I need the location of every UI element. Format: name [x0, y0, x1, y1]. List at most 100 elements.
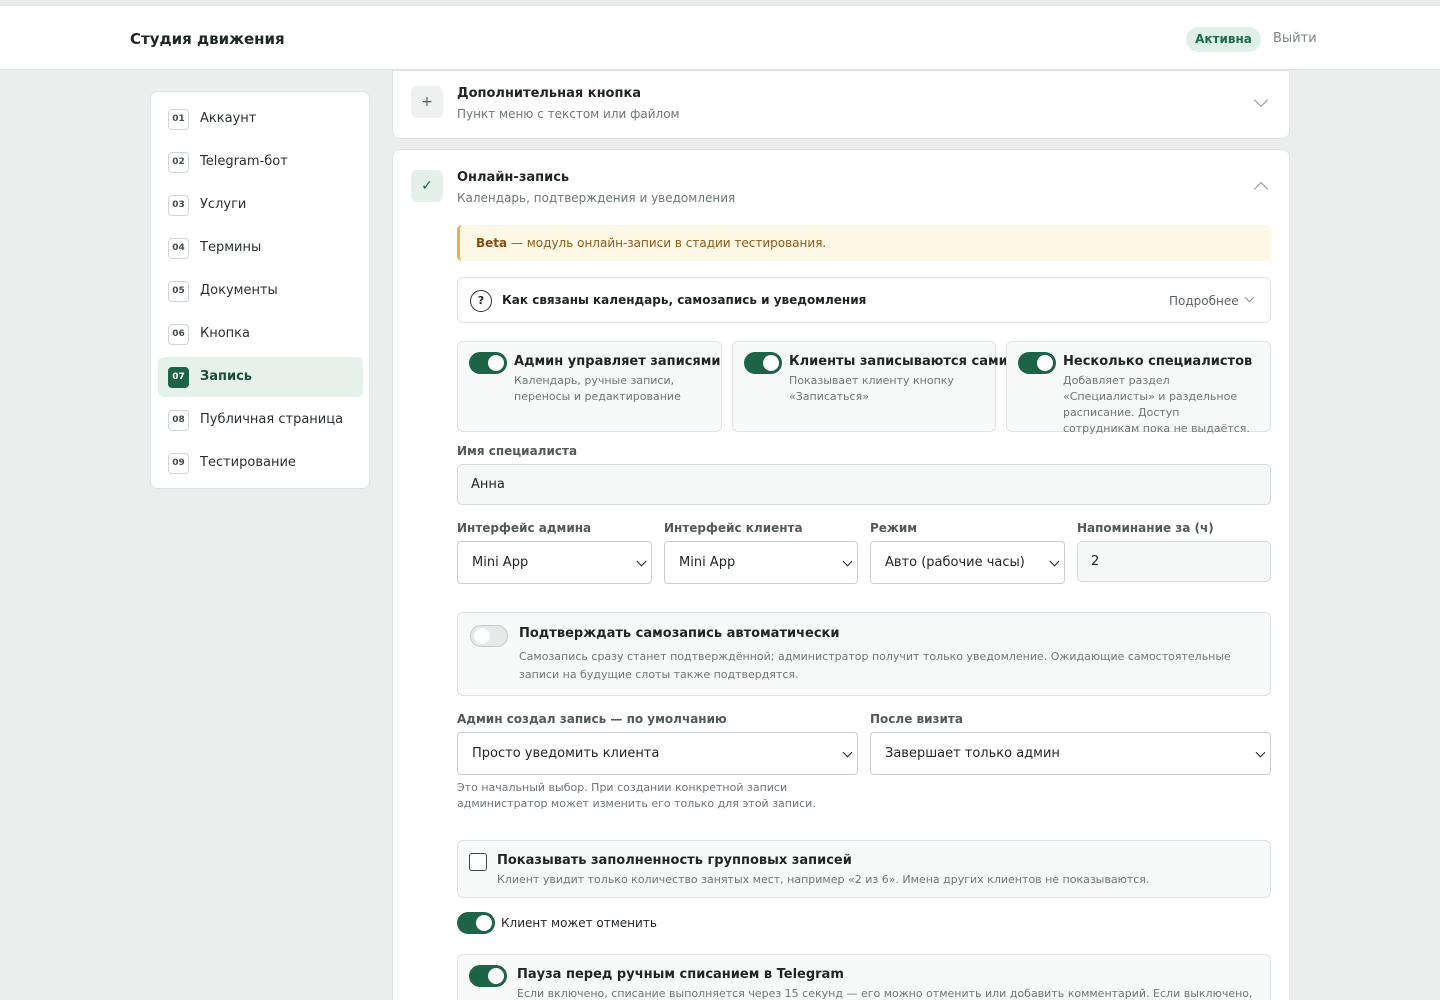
step-number: 05	[168, 281, 189, 302]
option-multiple-specialists: Несколько специалистов Добавляет раздел …	[1006, 341, 1271, 435]
sidebar-item-booking[interactable]: 07 Запись	[158, 357, 363, 397]
client-self-booking-toggle[interactable]	[744, 352, 782, 374]
option-client-self-booking: Клиенты записываются сами Показывает кли…	[732, 341, 1008, 432]
multiple-specialists-toggle[interactable]	[1018, 352, 1056, 374]
option-title: Админ управляет записями	[514, 354, 721, 369]
sidebar-item-testing[interactable]: 09 Тестирование	[158, 443, 363, 483]
group-fill-title: Показывать заполненность групповых запис…	[497, 853, 852, 868]
info-title: Как связаны календарь, самозапись и увед…	[502, 293, 867, 307]
step-number: 08	[168, 410, 189, 431]
step-number: 01	[168, 109, 189, 130]
after-visit-label: После визита	[870, 712, 963, 726]
admin-ui-label: Интерфейс админа	[457, 521, 592, 535]
select-value: Авто (рабочие часы)	[885, 555, 1025, 570]
reminder-hours-input[interactable]: 2	[1077, 541, 1271, 582]
option-title: Несколько специалистов	[1063, 354, 1253, 369]
chevron-up-icon[interactable]	[1253, 181, 1269, 197]
pause-desc: Если включено, списание выполняется чере…	[517, 987, 1253, 1000]
header: Студия движения Активна Выйти	[0, 6, 1440, 70]
chevron-down-icon	[842, 747, 853, 758]
more-link[interactable]: Подробнее	[1169, 294, 1239, 308]
pause-title: Пауза перед ручным списанием в Telegram	[517, 967, 844, 982]
step-number: 02	[168, 152, 189, 173]
chevron-down-icon	[1049, 556, 1060, 567]
select-value: Просто уведомить клиента	[472, 746, 660, 761]
admin-default-select[interactable]: Просто уведомить клиента	[457, 732, 858, 775]
sidebar-item-telegram-bot[interactable]: 02 Telegram-бот	[158, 142, 363, 182]
select-value: Завершает только админ	[885, 746, 1060, 761]
brand-title: Студия движения	[130, 30, 285, 48]
sidebar-item-label: Публичная страница	[200, 412, 344, 427]
admin-manages-toggle[interactable]	[469, 352, 507, 374]
option-desc: Календарь, ручные записи, переносы и ред…	[514, 374, 681, 403]
step-number: 09	[168, 453, 189, 474]
group-fill-checkbox[interactable]	[469, 853, 487, 871]
check-icon: ✓	[411, 170, 443, 202]
booking-card: ✓ Онлайн-запись Календарь, подтверждения…	[392, 149, 1290, 1000]
reminder-label: Напоминание за (ч)	[1077, 521, 1214, 535]
sidebar-item-services[interactable]: 03 Услуги	[158, 185, 363, 225]
sidebar-item-button[interactable]: 06 Кнопка	[158, 314, 363, 354]
beta-tag: Beta	[476, 236, 508, 250]
sidebar-item-label: Telegram-бот	[200, 154, 288, 169]
card-subtitle: Календарь, подтверждения и уведомления	[457, 191, 736, 205]
specialist-name-input[interactable]: Анна	[457, 464, 1271, 505]
step-number: 06	[168, 324, 189, 345]
sidebar: 01 Аккаунт 02 Telegram-бот 03 Услуги 04 …	[150, 91, 370, 489]
auto-confirm-title: Подтверждать самозапись автоматически	[519, 626, 840, 641]
group-fill-desc: Клиент увидит только количество занятых …	[497, 873, 1150, 886]
client-cancel-label: Клиент может отменить	[501, 916, 657, 930]
beta-text: — модуль онлайн-записи в стадии тестиров…	[507, 236, 827, 250]
card-title: Онлайн-запись	[457, 170, 570, 185]
mode-label: Режим	[870, 521, 918, 535]
sidebar-item-label: Аккаунт	[200, 111, 257, 126]
chevron-down-icon[interactable]	[1253, 92, 1269, 108]
option-title: Клиенты записываются сами	[789, 354, 1008, 369]
sidebar-item-documents[interactable]: 05 Документы	[158, 271, 363, 311]
sidebar-item-label: Документы	[200, 283, 278, 298]
admin-default-hint: Это начальный выбор. При создании конкре…	[457, 781, 816, 810]
pause-box: Пауза перед ручным списанием в Telegram …	[457, 954, 1271, 1000]
auto-confirm-toggle[interactable]	[470, 625, 508, 647]
specialist-label: Имя специалиста	[457, 444, 578, 458]
chevron-down-icon	[1255, 747, 1266, 758]
option-desc: Добавляет раздел «Специалисты» и раздель…	[1063, 374, 1250, 435]
chevron-down-icon	[636, 556, 647, 567]
client-ui-label: Интерфейс клиента	[664, 521, 803, 535]
chevron-down-icon	[842, 556, 853, 567]
chevron-down-icon	[1244, 292, 1255, 303]
status-badge: Активна	[1186, 27, 1261, 52]
admin-default-label: Админ создал запись — по умолчанию	[457, 712, 727, 726]
mode-select[interactable]: Авто (рабочие часы)	[870, 541, 1065, 584]
client-ui-select[interactable]: Mini App	[664, 541, 858, 584]
sidebar-item-label: Кнопка	[200, 326, 251, 341]
step-number: 03	[168, 195, 189, 216]
info-accordion[interactable]: ? Как связаны календарь, самозапись и ув…	[457, 277, 1271, 323]
card-subtitle: Пункт меню с текстом или файлом	[457, 107, 680, 121]
step-number: 04	[168, 238, 189, 259]
option-admin-manages: Админ управляет записями Календарь, ручн…	[457, 341, 722, 432]
auto-confirm-desc: Самозапись сразу станет подтверждённой; …	[519, 650, 1231, 681]
card-title: Дополнительная кнопка	[457, 86, 642, 101]
sidebar-item-public-page[interactable]: 08 Публичная страница	[158, 400, 363, 440]
sidebar-item-label: Тестирование	[200, 455, 296, 470]
after-visit-select[interactable]: Завершает только админ	[870, 732, 1271, 775]
select-value: Mini App	[472, 555, 529, 570]
extra-button-card[interactable]: + Дополнительная кнопка Пункт меню с тек…	[392, 70, 1290, 139]
sidebar-item-label: Запись	[200, 369, 253, 384]
step-number: 07	[168, 367, 189, 388]
auto-confirm-box: Подтверждать самозапись автоматически Са…	[457, 612, 1271, 696]
sidebar-item-label: Термины	[200, 240, 262, 255]
sidebar-item-terms[interactable]: 04 Термины	[158, 228, 363, 268]
sidebar-item-label: Услуги	[200, 197, 247, 212]
sidebar-item-account[interactable]: 01 Аккаунт	[158, 99, 363, 139]
beta-notice: Beta — модуль онлайн-записи в стадии тес…	[457, 225, 1271, 261]
logout-link[interactable]: Выйти	[1273, 31, 1317, 46]
group-fill-box: Показывать заполненность групповых запис…	[457, 840, 1271, 898]
plus-icon: +	[411, 86, 443, 118]
select-value: Mini App	[679, 555, 736, 570]
admin-ui-select[interactable]: Mini App	[457, 541, 652, 584]
question-icon: ?	[470, 290, 492, 312]
client-cancel-toggle[interactable]	[457, 912, 495, 934]
pause-toggle[interactable]	[469, 965, 507, 987]
